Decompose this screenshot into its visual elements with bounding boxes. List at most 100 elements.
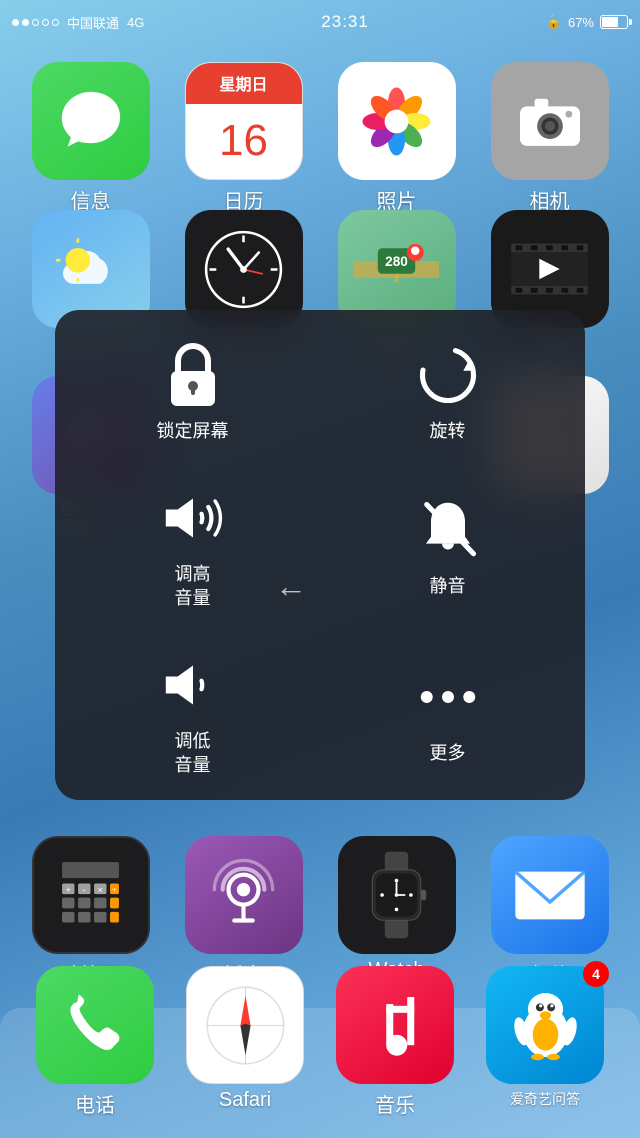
battery-percent: 67%	[568, 15, 594, 30]
app-messages[interactable]: 信息	[18, 62, 163, 214]
rotate-label: 旋转	[430, 420, 466, 443]
app-safari[interactable]: Safari	[175, 966, 315, 1118]
lock-icon	[158, 340, 228, 410]
safari-icon-wrap	[186, 966, 304, 1084]
qq-badge: 4	[583, 961, 609, 987]
safari-label: Safari	[219, 1089, 271, 1112]
messages-icon-wrap	[32, 62, 150, 180]
camera-icon	[491, 62, 609, 180]
signal-dots	[12, 19, 59, 26]
photos-icon	[338, 62, 456, 180]
phone-icon	[36, 966, 154, 1084]
photos-icon-wrap	[338, 62, 456, 180]
podcasts-icon-wrap	[185, 836, 303, 954]
status-right: 🔒 67%	[546, 14, 628, 30]
phone-label: 电话	[75, 1089, 115, 1118]
signal-dot-1	[12, 19, 19, 26]
svg-text:-: -	[83, 885, 86, 895]
assistive-touch-overlay: 锁定屏幕 旋转 调高音量	[55, 310, 585, 800]
rotate-svg	[414, 341, 482, 409]
mail-icon	[491, 836, 609, 954]
signal-dot-2	[22, 19, 29, 26]
mail-svg	[510, 863, 590, 928]
time-display: 23:31	[321, 12, 369, 32]
safari-svg	[203, 983, 288, 1068]
watch-svg	[364, 850, 429, 940]
app-phone[interactable]: 电话	[25, 966, 165, 1118]
qq-icon	[486, 966, 604, 1084]
music-svg	[360, 988, 430, 1063]
camera-svg	[515, 91, 585, 151]
app-camera[interactable]: 相机	[477, 62, 622, 214]
lock-svg	[163, 339, 223, 411]
messages-icon	[32, 62, 150, 180]
svg-text:÷: ÷	[112, 885, 117, 895]
signal-dot-5	[52, 19, 59, 26]
calendar-date: 16	[219, 104, 268, 179]
videos-svg	[507, 234, 592, 304]
more-svg	[414, 682, 482, 712]
app-music[interactable]: 音乐	[325, 966, 465, 1118]
carrier-label: 中国联通	[67, 13, 119, 32]
lock-screen-label: 锁定屏幕	[157, 420, 229, 443]
photos-svg	[354, 79, 439, 164]
music-label: 音乐	[375, 1089, 415, 1118]
volume-up-icon	[158, 483, 228, 553]
calculator-icon-wrap: + - × ÷	[32, 836, 150, 954]
more-label: 更多	[430, 742, 466, 765]
volume-up-svg	[159, 488, 227, 548]
overlay-mute[interactable]: 静音	[320, 463, 575, 630]
calendar-icon-wrap: 星期日 16	[185, 62, 303, 180]
svg-text:×: ×	[98, 885, 103, 895]
watch-icon-wrap	[338, 836, 456, 954]
lock-icon: 🔒	[546, 14, 562, 30]
qq-icon-wrap: 4	[486, 966, 604, 1084]
qq-label: 爱奇艺问答	[510, 1089, 580, 1109]
overlay-volume-down[interactable]: 调低音量	[65, 630, 320, 797]
clock-svg	[201, 227, 286, 312]
network-label: 4G	[127, 15, 144, 30]
volume-up-label: 调高音量	[175, 563, 211, 610]
signal-dot-3	[32, 19, 39, 26]
volume-down-icon	[158, 650, 228, 720]
volume-down-svg	[159, 655, 227, 715]
calculator-icon: + - × ÷	[32, 836, 150, 954]
overlay-center-arrow: ←	[275, 568, 307, 605]
signal-dot-4	[42, 19, 49, 26]
podcasts-svg	[206, 858, 281, 933]
battery-fill	[602, 17, 618, 27]
phone-svg	[63, 993, 128, 1058]
watch-icon	[338, 836, 456, 954]
calendar-icon: 星期日 16	[185, 62, 303, 180]
weather-svg	[51, 234, 131, 304]
mail-icon-wrap	[491, 836, 609, 954]
battery-icon	[600, 15, 628, 29]
overlay-volume-up[interactable]: 调高音量	[65, 463, 320, 630]
music-icon-wrap	[336, 966, 454, 1084]
podcasts-icon	[185, 836, 303, 954]
app-photos[interactable]: 照片	[324, 62, 469, 214]
overlay-lock-screen[interactable]: 锁定屏幕	[65, 320, 320, 463]
maps-svg: 280	[354, 227, 439, 312]
overlay-more[interactable]: 更多	[320, 630, 575, 797]
status-bar: 中国联通 4G 23:31 🔒 67%	[0, 0, 640, 44]
messages-svg	[56, 86, 126, 156]
qq-svg	[508, 985, 583, 1065]
dock: 电话 Safari	[0, 966, 640, 1118]
phone-icon-wrap	[36, 966, 154, 1084]
calendar-top: 星期日	[186, 63, 302, 104]
safari-icon	[186, 966, 304, 1084]
overlay-rotate[interactable]: 旋转	[320, 320, 575, 463]
status-left: 中国联通 4G	[12, 13, 144, 32]
calculator-svg: + - × ÷	[53, 855, 128, 935]
svg-text:+: +	[66, 885, 71, 895]
app-calendar[interactable]: 星期日 16 日历	[171, 62, 316, 214]
volume-down-label: 调低音量	[175, 730, 211, 777]
app-qq[interactable]: 4 爱奇艺问答	[475, 966, 615, 1118]
calendar-dayofweek: 星期日	[219, 71, 267, 95]
rotate-icon	[413, 340, 483, 410]
mute-svg	[414, 496, 482, 564]
svg-text:280: 280	[385, 254, 408, 269]
mute-icon	[413, 495, 483, 565]
mute-label: 静音	[430, 575, 466, 598]
